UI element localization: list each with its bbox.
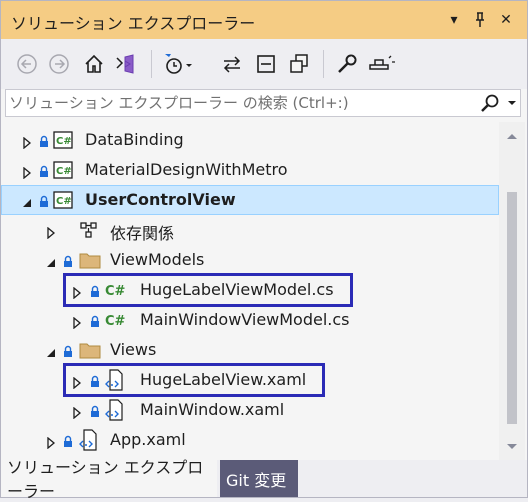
pending-changes-filter-icon[interactable] xyxy=(161,51,195,77)
tree-node-label: 依存関係 xyxy=(110,224,175,243)
toolbar-separator xyxy=(151,50,152,78)
lock-icon xyxy=(63,343,73,357)
tab-solution-explorer[interactable]: ソリューション エクスプローラー xyxy=(1,458,217,501)
tree-node-databinding[interactable]: C# DataBinding xyxy=(1,125,499,155)
collapse-arrow-icon[interactable] xyxy=(45,254,57,267)
sync-icon[interactable] xyxy=(219,51,245,77)
search-icon[interactable] xyxy=(480,93,500,113)
collapse-arrow-icon[interactable] xyxy=(21,194,33,207)
pin-icon[interactable] xyxy=(469,9,491,31)
csharp-project-icon: C# xyxy=(53,191,73,209)
lock-icon xyxy=(90,313,100,327)
search-options-dropdown-icon[interactable] xyxy=(504,90,520,116)
bottom-tab-strip: ソリューション エクスプローラー Git 変更 xyxy=(1,458,527,501)
svg-text:C#: C# xyxy=(56,166,72,177)
lock-icon xyxy=(63,433,73,447)
collapse-arrow-icon[interactable] xyxy=(45,344,57,357)
preview-icon[interactable] xyxy=(367,51,397,77)
tree-node-views-folder[interactable]: Views xyxy=(1,335,499,365)
switch-views-icon[interactable] xyxy=(113,51,139,77)
tree-node-label: MainWindowViewModel.cs xyxy=(140,310,350,329)
expand-arrow-icon[interactable] xyxy=(45,434,57,450)
tree-node-mainwindow-xaml[interactable]: MainWindow.xaml xyxy=(1,395,499,425)
scroll-down-icon[interactable] xyxy=(505,437,519,456)
tree-node-app-xaml[interactable]: App.xaml xyxy=(1,425,499,455)
folder-icon xyxy=(79,251,101,269)
xaml-file-icon xyxy=(105,399,125,421)
toolbar xyxy=(1,39,527,89)
toolbar-separator xyxy=(323,50,324,78)
csharp-file-icon: C# xyxy=(104,311,126,329)
tree-node-viewmodels-folder[interactable]: ViewModels xyxy=(1,245,499,275)
search-box xyxy=(5,89,521,117)
home-icon[interactable] xyxy=(81,51,107,77)
search-input[interactable] xyxy=(6,90,479,116)
svg-text:C#: C# xyxy=(56,196,72,207)
tree-node-label: DataBinding xyxy=(85,130,184,149)
scroll-up-icon[interactable] xyxy=(505,126,519,145)
expand-arrow-icon[interactable] xyxy=(45,224,57,240)
title-bar: ソリューション エクスプローラー ▾ ✕ xyxy=(1,1,527,39)
tab-git-changes[interactable]: Git 変更 xyxy=(220,460,298,497)
lock-icon xyxy=(90,403,100,417)
tree-node-materialdesignwithmetro[interactable]: C# MaterialDesignWithMetro xyxy=(1,155,499,185)
forward-icon[interactable] xyxy=(46,51,72,77)
tree-node-usercontrolview[interactable]: C# UserControlView xyxy=(1,185,499,215)
csharp-project-icon: C# xyxy=(53,131,73,149)
back-icon[interactable] xyxy=(14,51,40,77)
show-all-files-icon[interactable] xyxy=(286,51,312,77)
window-menu-dropdown-icon[interactable]: ▾ xyxy=(443,9,465,31)
tree-node-label: UserControlView xyxy=(85,190,236,209)
expand-arrow-icon[interactable] xyxy=(21,134,33,150)
highlight-box xyxy=(63,363,325,397)
csharp-project-icon: C# xyxy=(53,161,73,179)
window-title: ソリューション エクスプローラー xyxy=(11,14,256,33)
tree-node-label: MainWindow.xaml xyxy=(140,400,285,419)
tree-node-mainwindowviewmodel-cs[interactable]: C# MainWindowViewModel.cs xyxy=(1,305,499,335)
xaml-file-icon xyxy=(79,429,99,451)
scrollbar-thumb[interactable] xyxy=(507,192,517,424)
vertical-scrollbar[interactable] xyxy=(499,122,525,460)
tree-node-label: ViewModels xyxy=(110,250,205,269)
expand-arrow-icon[interactable] xyxy=(21,164,33,180)
dependencies-icon xyxy=(79,221,99,239)
svg-text:C#: C# xyxy=(105,314,126,329)
tree-node-label: MaterialDesignWithMetro xyxy=(85,160,288,179)
collapse-all-icon[interactable] xyxy=(253,51,279,77)
highlight-box xyxy=(63,273,353,307)
lock-icon xyxy=(39,133,49,147)
lock-icon xyxy=(39,193,49,207)
tree-node-dependencies[interactable]: 依存関係 xyxy=(1,215,499,245)
expand-arrow-icon[interactable] xyxy=(71,404,83,420)
folder-icon xyxy=(79,341,101,359)
solution-tree: C# DataBinding C# MaterialDesignWithMetr… xyxy=(1,122,499,460)
svg-text:C#: C# xyxy=(56,136,72,147)
lock-icon xyxy=(39,163,49,177)
expand-arrow-icon[interactable] xyxy=(71,314,83,330)
lock-icon xyxy=(63,253,73,267)
properties-icon[interactable] xyxy=(334,51,360,77)
tree-node-label: Views xyxy=(110,340,157,359)
tree-node-label: App.xaml xyxy=(110,430,186,449)
close-icon[interactable]: ✕ xyxy=(495,9,517,31)
